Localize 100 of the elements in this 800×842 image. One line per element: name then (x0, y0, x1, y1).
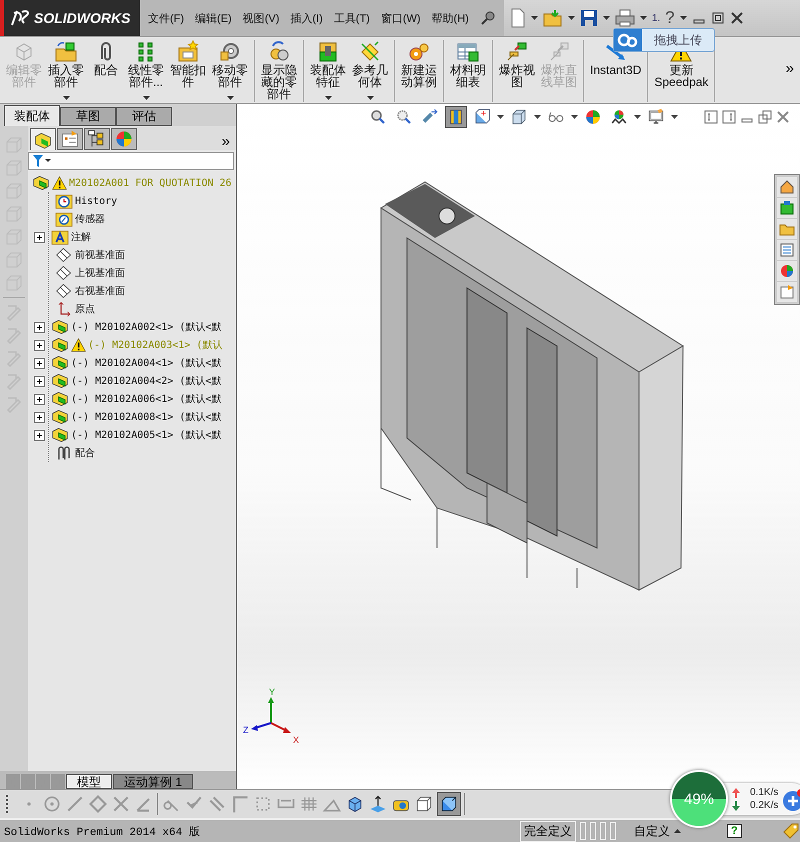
wireframe-cube-icon[interactable] (414, 794, 434, 814)
home-icon[interactable] (777, 177, 797, 197)
caret-icon[interactable] (640, 16, 647, 20)
tree-item[interactable]: (-) M20102A004<2> (默认<默 (71, 374, 222, 388)
tree-item[interactable]: History (75, 196, 118, 206)
view-orientation-icon[interactable] (473, 108, 491, 126)
caret-icon[interactable] (324, 96, 332, 100)
caret-icon[interactable] (142, 96, 150, 100)
caret-icon[interactable] (571, 115, 578, 119)
close-icon[interactable] (730, 11, 744, 25)
help-button[interactable]: ? (727, 824, 742, 838)
tree-item[interactable]: 配合 (75, 446, 95, 460)
tile-right-icon[interactable] (722, 110, 736, 124)
caret-icon[interactable] (568, 16, 575, 20)
expand-icon[interactable] (34, 322, 45, 332)
tag-icon[interactable] (782, 822, 800, 840)
save-icon[interactable] (580, 9, 598, 27)
color-wheel-icon[interactable] (584, 108, 602, 126)
ribbon-button[interactable]: 爆炸视 图 (496, 40, 538, 102)
units-label[interactable]: 自定义 (634, 822, 670, 840)
expand-icon[interactable] (34, 412, 45, 422)
palette-icon[interactable] (777, 240, 797, 260)
menu-item[interactable]: 窗口(W) (380, 10, 421, 26)
appearance-icon[interactable] (777, 261, 797, 281)
zoom-fit-icon[interactable] (369, 108, 387, 126)
pin-icon[interactable] (480, 10, 496, 26)
tile-left-icon[interactable] (704, 110, 718, 124)
menu-item[interactable]: 文件(F) (148, 10, 184, 26)
tree-item[interactable]: (-) M20102A008<1> (默认<默 (71, 410, 222, 424)
tree-item[interactable]: 注解 (71, 230, 91, 244)
caret-icon[interactable] (602, 16, 610, 20)
ribbon-button[interactable]: 移动零 部件 (209, 40, 251, 102)
folder-icon[interactable] (777, 219, 797, 239)
tree-item[interactable]: 传感器 (75, 212, 105, 226)
caret-icon[interactable] (226, 96, 234, 100)
caret-icon[interactable] (530, 16, 538, 20)
caret-icon[interactable] (680, 16, 687, 20)
caret-icon[interactable] (62, 96, 70, 100)
tree-item[interactable]: (-) M20102A006<1> (默认<默 (71, 392, 222, 406)
menu-item[interactable]: 帮助(H) (432, 10, 469, 26)
new-document-icon[interactable] (510, 8, 526, 28)
expand-icon[interactable] (34, 340, 45, 350)
upload-tooltip[interactable]: 拖拽上传 (613, 28, 715, 52)
ribbon-button[interactable]: 线性零 部件... (125, 40, 167, 102)
ribbon-button[interactable]: 智能扣 件 (167, 40, 209, 102)
caret-icon[interactable] (366, 96, 374, 100)
expand-icon[interactable] (34, 430, 45, 440)
ribbon-button[interactable]: 插入零 部件 (45, 40, 87, 102)
ribbon-button[interactable]: 材料明 细表 (447, 40, 489, 102)
restore-icon[interactable] (758, 110, 772, 124)
library-icon[interactable] (777, 198, 797, 218)
menu-item[interactable]: 插入(I) (290, 10, 323, 26)
menu-item[interactable]: 编辑(E) (195, 10, 232, 26)
command-tab[interactable]: 草图 (60, 107, 116, 126)
more-button[interactable]: » (222, 133, 230, 150)
expand-icon[interactable] (34, 394, 45, 404)
model-tab[interactable]: 模型 (66, 774, 112, 789)
filter-icon[interactable] (33, 155, 51, 167)
zoom-area-icon[interactable] (395, 108, 413, 126)
printer-icon[interactable] (614, 9, 635, 27)
close-icon[interactable] (776, 110, 790, 124)
monitor-icon[interactable] (647, 108, 665, 126)
plus-button-icon[interactable] (782, 788, 800, 812)
ribbon-button[interactable]: 显示隐 藏的零 部件 (258, 40, 300, 102)
tree-item[interactable]: (-) M20102A002<1> (默认<默 (71, 320, 222, 334)
shaded-cube-icon[interactable] (437, 792, 461, 816)
ribbon-button[interactable]: 装配体 特征 (307, 40, 349, 102)
expand-icon[interactable] (34, 376, 45, 386)
more-button[interactable]: » (786, 60, 794, 77)
expand-icon[interactable] (34, 232, 45, 242)
command-tab[interactable]: 装配体 (4, 105, 60, 126)
tree-item[interactable]: 前视基准面 (75, 248, 125, 262)
caret-icon[interactable] (674, 829, 681, 833)
maximize-icon[interactable] (710, 11, 725, 25)
open-folder-icon[interactable] (542, 9, 563, 27)
display-style-icon[interactable] (510, 108, 528, 126)
toolbox-icon[interactable] (176, 40, 200, 64)
folder-icon[interactable] (54, 40, 78, 64)
menu-item[interactable]: 视图(V) (242, 10, 280, 26)
command-tab[interactable]: 评估 (116, 107, 172, 126)
menu-item[interactable]: 工具(T) (334, 10, 370, 26)
model-tab[interactable]: 运动算例 1 (113, 774, 194, 789)
tree-item[interactable]: (-) M20102A005<1> (默认<默 (71, 428, 222, 442)
caret-icon[interactable] (534, 115, 541, 119)
caret-icon[interactable] (671, 115, 678, 119)
tree-item[interactable]: 右视基准面 (75, 284, 125, 298)
move-icon[interactable] (368, 794, 388, 814)
ribbon-button[interactable]: 配合 (87, 40, 125, 102)
properties-icon[interactable] (777, 282, 797, 302)
tree-item[interactable]: 上视基准面 (75, 266, 125, 280)
ribbon-button[interactable]: 新建运 动算例 (398, 40, 440, 102)
tree-item[interactable]: 原点 (75, 302, 95, 316)
caret-icon[interactable] (634, 115, 641, 119)
expand-icon[interactable] (34, 358, 45, 368)
tree-item[interactable]: (-) M20102A004<1> (默认<默 (71, 356, 222, 370)
ribbon-button[interactable]: 参考几 何体 (349, 40, 391, 102)
caret-icon[interactable] (497, 115, 504, 119)
filter-field[interactable] (28, 152, 234, 170)
help-button[interactable]: ? (665, 8, 675, 28)
scene-icon[interactable] (610, 108, 628, 126)
